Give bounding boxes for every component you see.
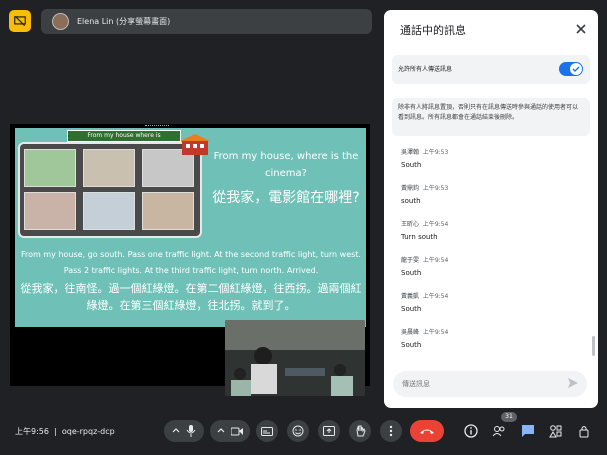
allow-messages-toggle[interactable] bbox=[559, 62, 583, 76]
map-market bbox=[142, 192, 194, 230]
raise-hand-icon bbox=[355, 425, 366, 437]
message-time: 上午9:54 bbox=[422, 293, 449, 300]
chat-notice-text: 除非有人將訊息置頂，否則只有在訊息傳送時參與通話的使用者可以看到訊息。所有訊息都… bbox=[398, 104, 579, 121]
time-and-code: 上午9:56 | oqe-rpqz-dcp bbox=[15, 426, 115, 437]
chat-icon[interactable] bbox=[521, 424, 535, 438]
town-map-image bbox=[18, 142, 202, 238]
message-sender: 吳澤翰 bbox=[401, 149, 420, 156]
answer-chinese: 從我家，往南怪。過一個紅綠燈。在第二個紅綠燈，往西拐。過兩個紅綠燈。在第三個紅綠… bbox=[20, 282, 362, 312]
activities-icon[interactable] bbox=[549, 424, 563, 438]
permission-label: 允許所有人傳送訊息 bbox=[398, 66, 453, 73]
chat-message: 龍于雯 上午9:54 South bbox=[401, 255, 581, 277]
message-input[interactable] bbox=[402, 377, 562, 391]
captions-button[interactable] bbox=[256, 420, 278, 442]
end-call-icon bbox=[420, 429, 434, 434]
message-sender: 龍于雯 bbox=[401, 257, 420, 264]
map-shop bbox=[24, 192, 76, 230]
captions-icon bbox=[261, 426, 273, 436]
slide-tag: From my house where is bbox=[67, 130, 181, 142]
leave-call-button[interactable] bbox=[410, 420, 444, 442]
message-text: South bbox=[401, 341, 422, 349]
chat-message: 王昕心 上午9:54 Turn south bbox=[401, 219, 581, 241]
message-time: 上午9:53 bbox=[422, 185, 449, 192]
camera-icon bbox=[231, 427, 243, 435]
question-chinese: 從我家，電影館在哪裡? bbox=[212, 190, 360, 206]
chat-input-box[interactable] bbox=[393, 371, 587, 397]
question-english: From my house, where is the cinema? bbox=[213, 151, 359, 179]
close-icon[interactable] bbox=[574, 22, 588, 36]
chat-message: 黃義凱 上午9:54 South bbox=[401, 291, 581, 313]
message-text: South bbox=[401, 161, 422, 169]
chevron-up-icon bbox=[217, 428, 225, 433]
mic-button[interactable] bbox=[164, 420, 204, 442]
info-icon[interactable] bbox=[464, 424, 478, 438]
map-park bbox=[24, 149, 76, 187]
presenting-badge[interactable] bbox=[9, 10, 31, 32]
message-sender: 黃鼎鈞 bbox=[401, 185, 420, 192]
present-icon bbox=[323, 426, 335, 436]
message-time: 上午9:54 bbox=[422, 221, 449, 228]
chevron-up-icon bbox=[172, 428, 180, 433]
people-icon[interactable] bbox=[492, 424, 506, 438]
answer-english: From my house, go south. Pass one traffi… bbox=[21, 250, 361, 275]
more-vert-icon bbox=[389, 425, 393, 437]
presenter-chip: Elena Lin (分享螢幕畫面) bbox=[41, 9, 372, 34]
message-time: 上午9:54 bbox=[422, 257, 449, 264]
check-icon bbox=[572, 66, 580, 72]
message-sender: 黃義凱 bbox=[401, 293, 420, 300]
raise-hand-button[interactable] bbox=[349, 420, 371, 442]
presenter-name: Elena Lin (分享螢幕畫面) bbox=[77, 17, 171, 26]
participant-video-tile[interactable] bbox=[225, 320, 365, 396]
participant-count-badge: 31 bbox=[501, 412, 517, 422]
map-house bbox=[83, 149, 135, 187]
meeting-code: oqe-rpqz-dcp bbox=[61, 427, 115, 436]
avatar bbox=[52, 13, 69, 30]
chat-message: 黃鼎鈞 上午9:53 south bbox=[401, 183, 581, 205]
present-button[interactable] bbox=[318, 420, 340, 442]
host-controls-icon[interactable] bbox=[577, 424, 591, 438]
message-time: 上午9:53 bbox=[422, 149, 449, 156]
message-text: Turn south bbox=[401, 233, 438, 241]
message-text: south bbox=[401, 197, 421, 205]
emoji-icon bbox=[292, 425, 304, 437]
message-text: South bbox=[401, 269, 422, 277]
map-bank bbox=[83, 192, 135, 230]
reactions-button[interactable] bbox=[287, 420, 309, 442]
send-icon[interactable] bbox=[567, 377, 579, 389]
more-options-button[interactable] bbox=[380, 420, 402, 442]
camera-button[interactable] bbox=[210, 420, 250, 442]
chat-title: 通話中的訊息 bbox=[400, 24, 466, 37]
message-text: South bbox=[401, 305, 422, 313]
message-sender: 吳晨峰 bbox=[401, 329, 420, 336]
classroom-video bbox=[225, 320, 365, 396]
mic-icon bbox=[186, 425, 196, 437]
clock-time: 上午9:56 bbox=[15, 427, 49, 436]
chat-message: 吳晨峰 上午9:54 South bbox=[401, 327, 581, 349]
toggle-knob bbox=[570, 63, 582, 75]
present-to-all-icon bbox=[14, 15, 26, 27]
message-time: 上午9:54 bbox=[422, 329, 449, 336]
message-sender: 王昕心 bbox=[401, 221, 420, 228]
chat-scrollbar[interactable] bbox=[592, 336, 595, 356]
chat-message: 吳澤翰 上午9:53 South bbox=[401, 147, 581, 169]
separator: | bbox=[51, 427, 60, 436]
